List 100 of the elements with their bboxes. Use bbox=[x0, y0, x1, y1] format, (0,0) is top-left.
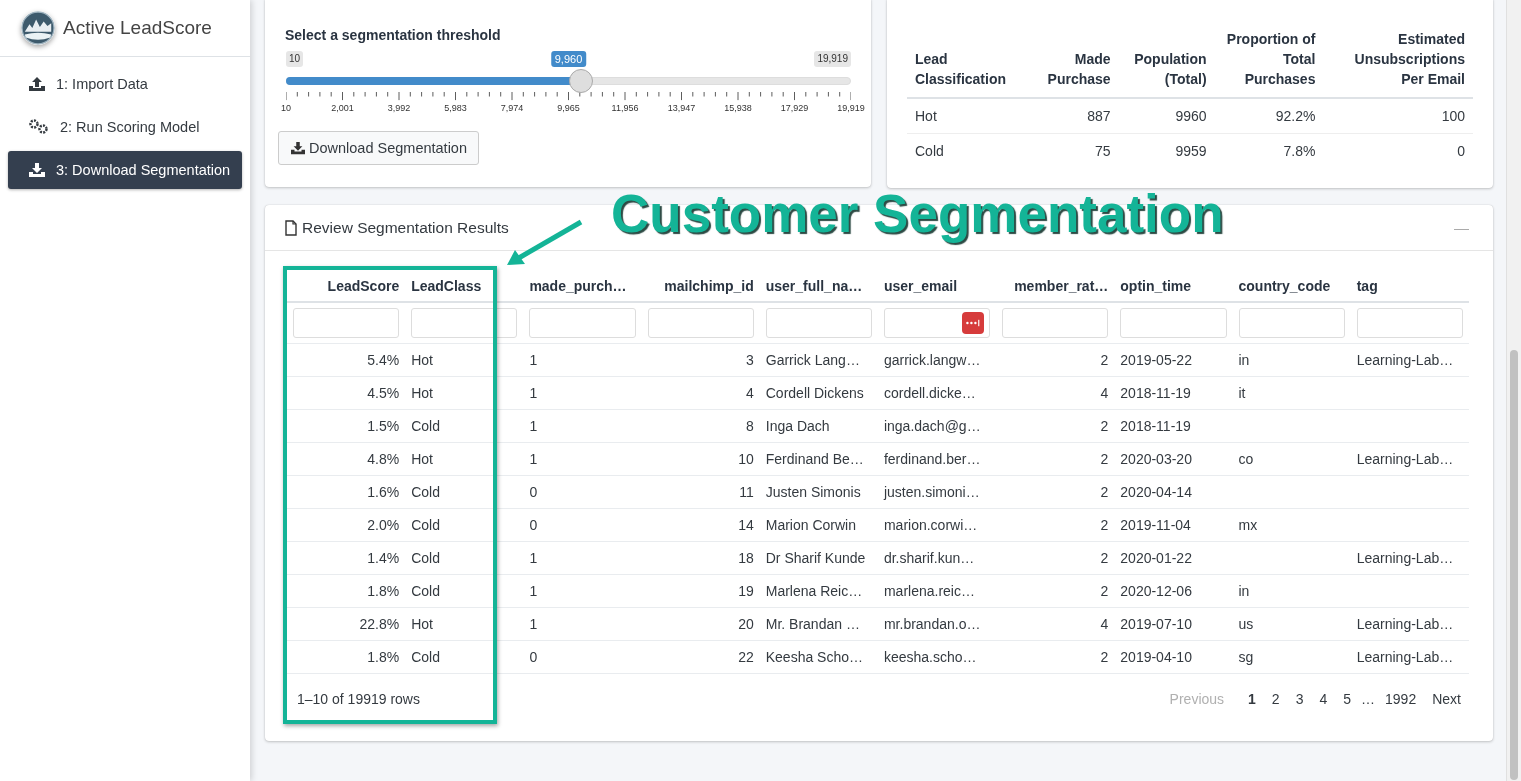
tick-label: 2,001 bbox=[331, 103, 354, 113]
table-cell: 1 bbox=[529, 583, 538, 599]
table-cell: Marion Corwin bbox=[765, 517, 856, 533]
download-icon bbox=[290, 141, 306, 155]
table-cell: 3 bbox=[745, 352, 754, 368]
table-cell: 4 bbox=[1100, 616, 1109, 632]
table-cell: 19 bbox=[738, 583, 754, 599]
sidebar-item[interactable]: 1: Import Data bbox=[8, 65, 242, 103]
table-cell: 92.2% bbox=[1214, 98, 1324, 134]
column-header[interactable]: optin_time bbox=[1114, 263, 1233, 302]
slider-label: Select a segmentation threshold bbox=[285, 27, 502, 43]
table-cell: 4 bbox=[745, 385, 754, 401]
table-cell: Cold bbox=[411, 517, 440, 533]
sidebar-item[interactable]: 2: Run Scoring Model bbox=[8, 108, 242, 146]
table-cell: Hot bbox=[907, 98, 1033, 134]
table-cell: dr.sharif.kun… bbox=[883, 550, 975, 566]
filter-field[interactable] bbox=[1002, 308, 1109, 338]
column-header[interactable]: user_email bbox=[877, 263, 997, 302]
table-cell: cordell.dicke… bbox=[883, 385, 976, 401]
page-link[interactable]: 5 bbox=[1335, 687, 1360, 711]
pagination-link[interactable]: Next bbox=[1424, 687, 1469, 711]
slider-thumb[interactable] bbox=[568, 69, 593, 93]
document-icon bbox=[285, 219, 297, 236]
filter-field[interactable] bbox=[1356, 308, 1463, 338]
column-header[interactable]: mailchimp_id bbox=[641, 263, 760, 302]
tick-label: 3,992 bbox=[387, 103, 411, 113]
table-cell: Cold bbox=[411, 484, 440, 500]
table-cell: Learning-Lab… bbox=[1356, 616, 1454, 632]
table-cell: co bbox=[1238, 451, 1254, 467]
filter-field[interactable] bbox=[411, 308, 518, 338]
table-cell: 2020-12-06 bbox=[1120, 583, 1192, 599]
table-cell: 75 bbox=[1033, 133, 1119, 168]
table-cell: Inga Dach bbox=[765, 418, 830, 434]
filter-field[interactable] bbox=[1238, 308, 1345, 338]
table-cell: ferdinand.ber… bbox=[883, 451, 981, 467]
row-count: 1–10 of 19919 rows bbox=[296, 691, 420, 707]
column-header[interactable]: country_code bbox=[1232, 263, 1351, 302]
table-cell: 1 bbox=[529, 451, 538, 467]
filter-field[interactable] bbox=[765, 308, 872, 338]
slider-value-label: 9,960 bbox=[550, 51, 587, 67]
column-header[interactable]: user_full_na… bbox=[759, 263, 878, 302]
table-cell: 2019-07-10 bbox=[1120, 616, 1192, 632]
table-cell: mr.brandan.o… bbox=[883, 616, 981, 632]
filter-field[interactable] bbox=[1120, 308, 1227, 338]
table-cell: Hot bbox=[411, 385, 433, 401]
column-header: Population (Total) bbox=[1118, 21, 1215, 98]
table-cell: 1 bbox=[529, 352, 538, 368]
table-cell: 9960 bbox=[1118, 98, 1215, 134]
column-header[interactable]: LeadScore bbox=[287, 263, 406, 302]
table-cell: inga.dach@g… bbox=[883, 418, 981, 434]
table-cell: 2 bbox=[1100, 418, 1109, 434]
table-cell: 1.4% bbox=[367, 550, 400, 566]
table-cell: 2 bbox=[1100, 517, 1109, 533]
sidebar-item[interactable]: 3: Download Segmentation bbox=[8, 151, 242, 189]
table-cell: marion.corwi… bbox=[883, 517, 978, 533]
page-link[interactable]: 1992 bbox=[1377, 687, 1425, 711]
filter-field[interactable] bbox=[883, 308, 991, 338]
annotation-title: Customer Segmentation bbox=[611, 183, 1224, 244]
page-link[interactable]: 1 bbox=[1240, 687, 1264, 711]
card-title: Review Segmentation Results bbox=[302, 218, 509, 237]
table-cell: 100 bbox=[1323, 98, 1473, 134]
table-cell: 4 bbox=[1100, 385, 1109, 401]
page-link[interactable]: 4 bbox=[1311, 687, 1336, 711]
tick-label: 15,938 bbox=[724, 103, 752, 113]
table-cell: 10 bbox=[738, 451, 754, 467]
column-header[interactable]: member_rat… bbox=[996, 263, 1115, 302]
page-link[interactable]: 2 bbox=[1263, 687, 1288, 711]
table-cell: 1.6% bbox=[367, 484, 400, 500]
filter-field[interactable] bbox=[293, 308, 400, 338]
filter-field[interactable] bbox=[647, 308, 754, 338]
table-cell: 0 bbox=[529, 649, 538, 665]
table-cell: 11 bbox=[739, 484, 754, 500]
table-cell: it bbox=[1238, 385, 1246, 401]
table-cell: 22 bbox=[738, 649, 754, 665]
table-cell: Dr Sharif Kunde bbox=[765, 550, 866, 566]
table-cell: 4.5% bbox=[367, 385, 400, 401]
table-cell: 2020-01-22 bbox=[1120, 550, 1192, 566]
column-header: Lead Classification bbox=[907, 21, 1033, 98]
table-cell: 8 bbox=[745, 418, 754, 434]
table-cell: Learning-Lab… bbox=[1356, 550, 1454, 566]
table-cell: 2 bbox=[1100, 484, 1109, 500]
scrollbar[interactable] bbox=[1506, 0, 1521, 781]
dots-icon[interactable] bbox=[962, 312, 985, 334]
table-cell: 2 bbox=[1100, 583, 1109, 599]
column-header[interactable]: tag bbox=[1350, 263, 1469, 302]
table-cell: justen.simoni… bbox=[883, 484, 980, 500]
table-cell: Garrick Lang… bbox=[765, 352, 860, 368]
table-cell: Learning-Lab… bbox=[1356, 451, 1454, 467]
table-cell: 2020-03-20 bbox=[1120, 451, 1192, 467]
column-header[interactable]: made_purch… bbox=[523, 263, 642, 302]
table-cell: in bbox=[1238, 583, 1250, 599]
download-icon bbox=[28, 162, 46, 178]
tick-label: 7,974 bbox=[500, 103, 524, 113]
table-cell: 0 bbox=[529, 484, 538, 500]
table-cell: sg bbox=[1238, 649, 1254, 665]
filter-field[interactable] bbox=[529, 308, 636, 338]
table-cell: 0 bbox=[529, 517, 538, 533]
download-button[interactable]: Download Segmentation bbox=[278, 131, 479, 165]
page-link[interactable]: 3 bbox=[1287, 687, 1312, 711]
tick-label: 5,983 bbox=[444, 103, 467, 113]
